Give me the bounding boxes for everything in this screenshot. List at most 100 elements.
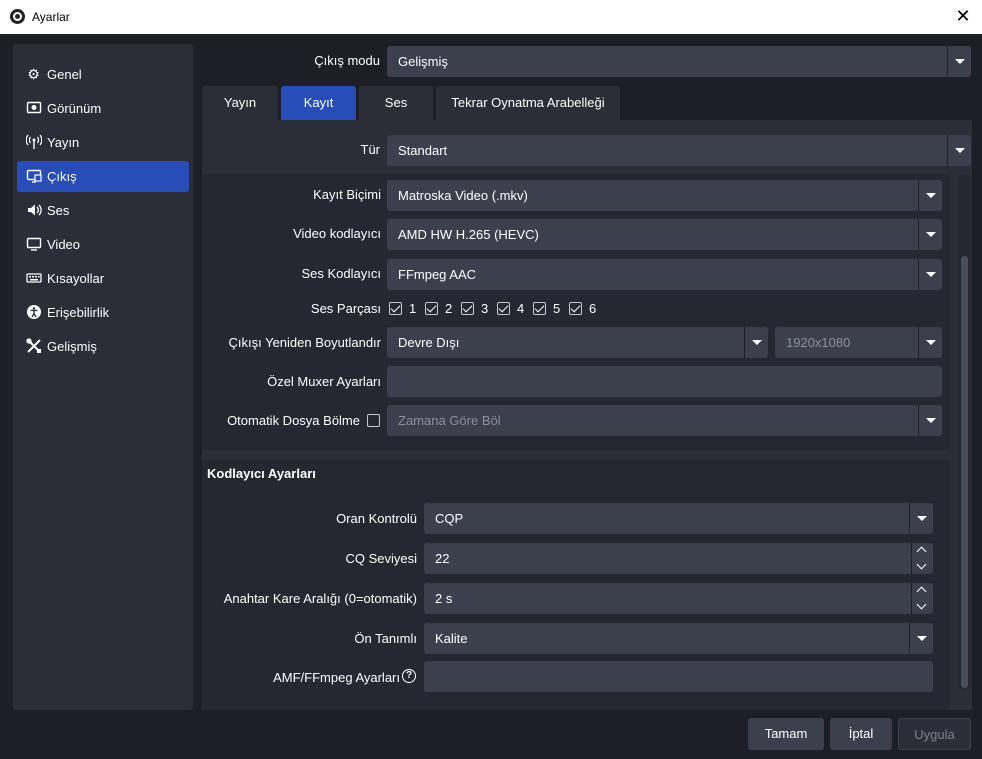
sidebar-item-label: Video: [47, 237, 81, 252]
sidebar-item-label: Erişebilirlik: [47, 305, 110, 320]
chevron-down-icon: [744, 327, 768, 358]
recording-format-label: Kayıt Biçimi: [313, 187, 381, 202]
audio-track-2-checkbox[interactable]: [425, 302, 438, 315]
recording-format-select[interactable]: Matroska Video (.mkv): [387, 180, 942, 211]
broadcast-icon: [25, 134, 42, 151]
audio-track-1-label: 1: [409, 301, 417, 316]
video-encoder-label: Video kodlayıcı: [293, 226, 381, 241]
audio-track-5-label: 5: [553, 301, 561, 316]
accessibility-icon: [25, 304, 42, 321]
chevron-up-icon[interactable]: [911, 543, 933, 558]
window-title: Ayarlar: [32, 10, 70, 24]
sidebar-item-hotkeys[interactable]: Kısayollar: [17, 263, 189, 294]
chevron-down-icon: [918, 259, 942, 290]
auto-split-select[interactable]: Zamana Göre Böl: [387, 405, 942, 436]
output-mode-select[interactable]: Gelişmiş: [387, 46, 971, 77]
sidebar-item-label: Gelişmiş: [47, 339, 97, 354]
sidebar-item-accessibility[interactable]: Erişebilirlik: [17, 297, 189, 328]
chevron-down-icon: [909, 503, 933, 534]
sidebar-item-video[interactable]: Video: [17, 229, 189, 260]
apply-button[interactable]: Uygula: [898, 718, 971, 750]
audio-track-6-label: 6: [589, 301, 597, 316]
audio-encoder-value: FFmpeg AAC: [398, 267, 477, 282]
type-select[interactable]: Standart: [387, 135, 971, 166]
audio-track-label: Ses Parçası: [310, 301, 381, 316]
close-icon[interactable]: ✕: [952, 4, 974, 28]
audio-track-5-checkbox[interactable]: [533, 302, 546, 315]
tab-stream[interactable]: Yayın: [202, 86, 278, 120]
audio-track-4-label: 4: [517, 301, 525, 316]
keyframe-interval-spinbox[interactable]: 2 s: [424, 583, 933, 614]
auto-split-checkbox[interactable]: [367, 414, 380, 427]
keyframe-interval-label: Anahtar Kare Aralığı (0=otomatik): [223, 591, 417, 606]
keyframe-interval-value: 2 s: [435, 591, 453, 606]
preset-label: Ön Tanımlı: [354, 631, 417, 646]
encoder-settings-title: Kodlayıcı Ayarları: [207, 466, 316, 481]
audio-track-6-checkbox[interactable]: [569, 302, 582, 315]
chevron-up-icon[interactable]: [911, 583, 933, 598]
preset-select[interactable]: Kalite: [424, 623, 933, 654]
sidebar-item-stream[interactable]: Yayın: [17, 127, 189, 158]
chevron-down-icon: [947, 46, 971, 77]
audio-track-4-checkbox[interactable]: [497, 302, 510, 315]
rescale-resolution-value: 1920x1080: [786, 335, 851, 350]
amf-options-input[interactable]: [424, 661, 933, 692]
chevron-down-icon: [918, 219, 942, 250]
chevron-down-icon: [918, 405, 942, 436]
sidebar-item-label: Ses: [47, 203, 70, 218]
custom-muxer-label: Özel Muxer Ayarları: [267, 374, 381, 389]
rescale-select[interactable]: Devre Dışı: [387, 327, 768, 358]
chevron-down-icon: [918, 180, 942, 211]
sidebar-item-label: Görünüm: [47, 101, 102, 116]
sidebar: ⚙ Genel Görünüm Yayın Çıkış Ses Video Kı…: [13, 44, 193, 710]
chevron-down-icon: [947, 135, 971, 166]
output-mode-value: Gelişmiş: [398, 54, 448, 69]
auto-split-label: Otomatik Dosya Bölme: [227, 413, 360, 428]
scrollbar-thumb[interactable]: [961, 256, 968, 688]
audio-track-3-checkbox[interactable]: [461, 302, 474, 315]
obs-logo-icon: [10, 9, 25, 24]
settings-window: ⚙ Genel Görünüm Yayın Çıkış Ses Video Kı…: [0, 34, 982, 759]
cq-level-spinbox[interactable]: 22: [424, 543, 933, 574]
help-icon[interactable]: ?: [402, 669, 416, 683]
speaker-icon: [25, 202, 42, 219]
rate-control-value: CQP: [435, 511, 464, 526]
tab-audio[interactable]: Ses: [359, 86, 433, 120]
chevron-down-icon: [918, 327, 942, 358]
preset-value: Kalite: [435, 631, 468, 646]
rescale-label: Çıkışı Yeniden Boyutlandır: [228, 335, 382, 350]
audio-encoder-label: Ses Kodlayıcı: [301, 266, 382, 281]
chevron-down-icon[interactable]: [911, 559, 933, 574]
rate-control-select[interactable]: CQP: [424, 503, 933, 534]
auto-split-value: Zamana Göre Böl: [398, 413, 501, 428]
ok-button[interactable]: Tamam: [748, 718, 824, 750]
sidebar-item-label: Çıkış: [47, 169, 77, 184]
amf-options-label: AMF/FFmpeg Ayarları: [273, 670, 400, 685]
chevron-down-icon[interactable]: [911, 599, 933, 614]
tab-recording[interactable]: Kayıt: [281, 86, 356, 120]
video-encoder-value: AMD HW H.265 (HEVC): [398, 227, 539, 242]
sidebar-item-advanced[interactable]: Gelişmiş: [17, 331, 189, 362]
sidebar-item-general[interactable]: ⚙ Genel: [17, 59, 189, 90]
rescale-value: Devre Dışı: [398, 335, 460, 350]
appearance-icon: [25, 100, 42, 117]
cq-level-value: 22: [435, 551, 450, 566]
type-label: Tür: [360, 142, 381, 157]
custom-muxer-input[interactable]: [387, 366, 942, 397]
title-bar: Ayarlar ✕: [0, 0, 982, 34]
sidebar-item-appearance[interactable]: Görünüm: [17, 93, 189, 124]
video-encoder-select[interactable]: AMD HW H.265 (HEVC): [387, 219, 942, 250]
output-icon: [25, 168, 42, 185]
output-mode-label: Çıkış modu: [314, 53, 380, 68]
rescale-resolution-select[interactable]: 1920x1080: [775, 327, 942, 358]
audio-track-3-label: 3: [481, 301, 489, 316]
cq-level-label: CQ Seviyesi: [345, 551, 417, 566]
tab-replay-buffer[interactable]: Tekrar Oynatma Arabelleği: [436, 86, 620, 120]
chevron-down-icon: [909, 623, 933, 654]
sidebar-item-audio[interactable]: Ses: [17, 195, 189, 226]
cancel-button[interactable]: İptal: [830, 718, 892, 750]
audio-track-1-checkbox[interactable]: [389, 302, 402, 315]
gear-icon: ⚙: [27, 66, 40, 82]
audio-encoder-select[interactable]: FFmpeg AAC: [387, 259, 942, 290]
sidebar-item-output[interactable]: Çıkış: [17, 161, 189, 192]
